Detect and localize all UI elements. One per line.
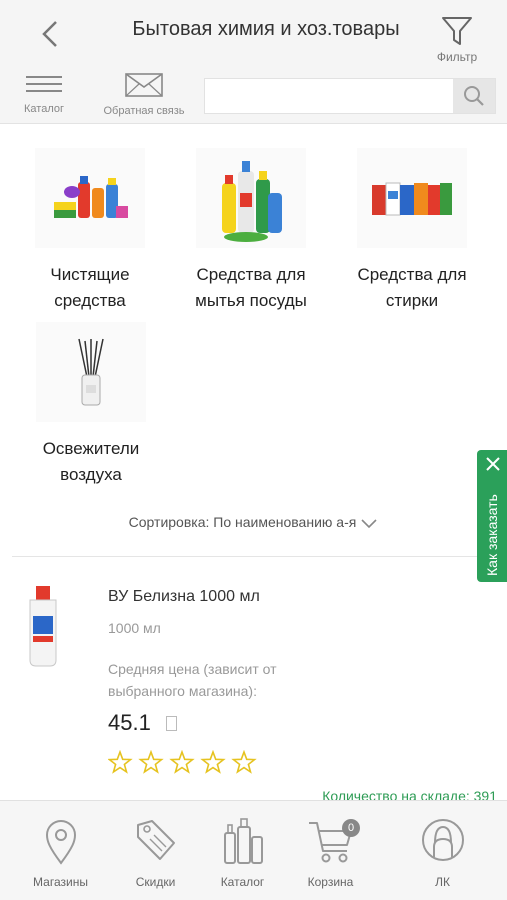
nav-label: Корзина bbox=[307, 875, 354, 889]
how-to-order-tab[interactable]: Как заказать bbox=[477, 450, 507, 582]
funnel-icon bbox=[442, 17, 472, 45]
category-name: Средства для мытья посуды bbox=[195, 265, 307, 310]
discount-tag-icon bbox=[136, 820, 175, 860]
category-name: Освежители воздуха bbox=[42, 439, 140, 484]
filter-button[interactable]: Фильтр bbox=[422, 14, 492, 70]
product-volume: 1000 мл bbox=[108, 620, 161, 636]
search-input[interactable] bbox=[205, 79, 455, 113]
star-icon[interactable] bbox=[200, 750, 226, 774]
laundry-products-image bbox=[357, 148, 467, 248]
envelope-icon bbox=[125, 73, 163, 97]
app-header: Бытовая химия и хоз.товары Фильтр bbox=[0, 0, 507, 68]
user-icon bbox=[421, 819, 464, 861]
catalog-bottles-icon bbox=[223, 818, 263, 864]
product-name[interactable]: ВУ Белизна 1000 мл bbox=[108, 588, 260, 606]
search-button[interactable] bbox=[453, 79, 495, 113]
sort-selector[interactable]: Сортировка: По наименованию а-я bbox=[0, 514, 507, 530]
back-button[interactable] bbox=[36, 14, 66, 54]
chevron-left-icon bbox=[42, 21, 57, 47]
rating-stars[interactable] bbox=[108, 750, 258, 776]
divider bbox=[12, 556, 495, 557]
catalog-menu-button[interactable]: Каталог bbox=[14, 72, 74, 115]
product-price: 45.1 bbox=[108, 710, 151, 735]
nav-label: Магазины bbox=[33, 875, 88, 889]
star-icon[interactable] bbox=[231, 750, 257, 774]
nav-label: Каталог bbox=[220, 875, 265, 889]
price-note: Средняя цена (зависит от выбранного мага… bbox=[108, 661, 277, 699]
currency-icon bbox=[166, 716, 177, 731]
star-icon[interactable] bbox=[108, 750, 133, 774]
close-icon[interactable] bbox=[485, 456, 501, 472]
nav-cart[interactable]: 0 Корзина bbox=[280, 801, 381, 900]
nav-stores[interactable]: Магазины bbox=[10, 801, 111, 900]
page-title: Бытовая химия и хоз.товары bbox=[132, 18, 400, 40]
category-laundry[interactable]: Средства для стирки bbox=[342, 148, 482, 314]
chevron-down-icon bbox=[361, 519, 377, 529]
cart-count-badge: 0 bbox=[342, 819, 360, 837]
nav-label: ЛК bbox=[435, 875, 450, 889]
nav-discounts[interactable]: Скидки bbox=[105, 801, 206, 900]
feedback-label: Обратная связь bbox=[103, 105, 185, 117]
product-image[interactable] bbox=[14, 584, 74, 668]
filter-label: Фильтр bbox=[436, 50, 478, 64]
category-name: Средства для стирки bbox=[357, 265, 467, 310]
catalog-menu-label: Каталог bbox=[24, 103, 64, 115]
bottom-nav: Магазины Скидки Каталог 0 Корзина ЛК bbox=[0, 800, 507, 900]
category-dishwashing[interactable]: Средства для мытья посуды bbox=[180, 148, 322, 314]
feedback-button[interactable]: Обратная связь bbox=[96, 72, 192, 117]
category-air-fresheners[interactable]: Освежители воздуха bbox=[24, 322, 158, 488]
star-icon[interactable] bbox=[169, 750, 195, 774]
air-freshener-image bbox=[36, 322, 146, 422]
star-icon[interactable] bbox=[138, 750, 164, 774]
how-to-order-label: Как заказать bbox=[484, 494, 500, 576]
toolbar: Каталог Обратная связь bbox=[0, 68, 507, 124]
category-name: Чистящие средства bbox=[50, 265, 130, 310]
category-cleaning[interactable]: Чистящие средства bbox=[22, 148, 158, 314]
sort-label: Сортировка: По наименованию а-я bbox=[128, 514, 357, 530]
search-bar bbox=[204, 78, 496, 114]
nav-label: Скидки bbox=[135, 875, 176, 889]
search-icon bbox=[464, 86, 484, 106]
cleaning-products-image bbox=[35, 148, 145, 248]
nav-account[interactable]: ЛК bbox=[392, 801, 493, 900]
map-pin-icon bbox=[45, 820, 76, 865]
hamburger-icon bbox=[26, 76, 62, 92]
dishwashing-products-image bbox=[196, 148, 306, 248]
nav-catalog[interactable]: Каталог bbox=[192, 801, 293, 900]
